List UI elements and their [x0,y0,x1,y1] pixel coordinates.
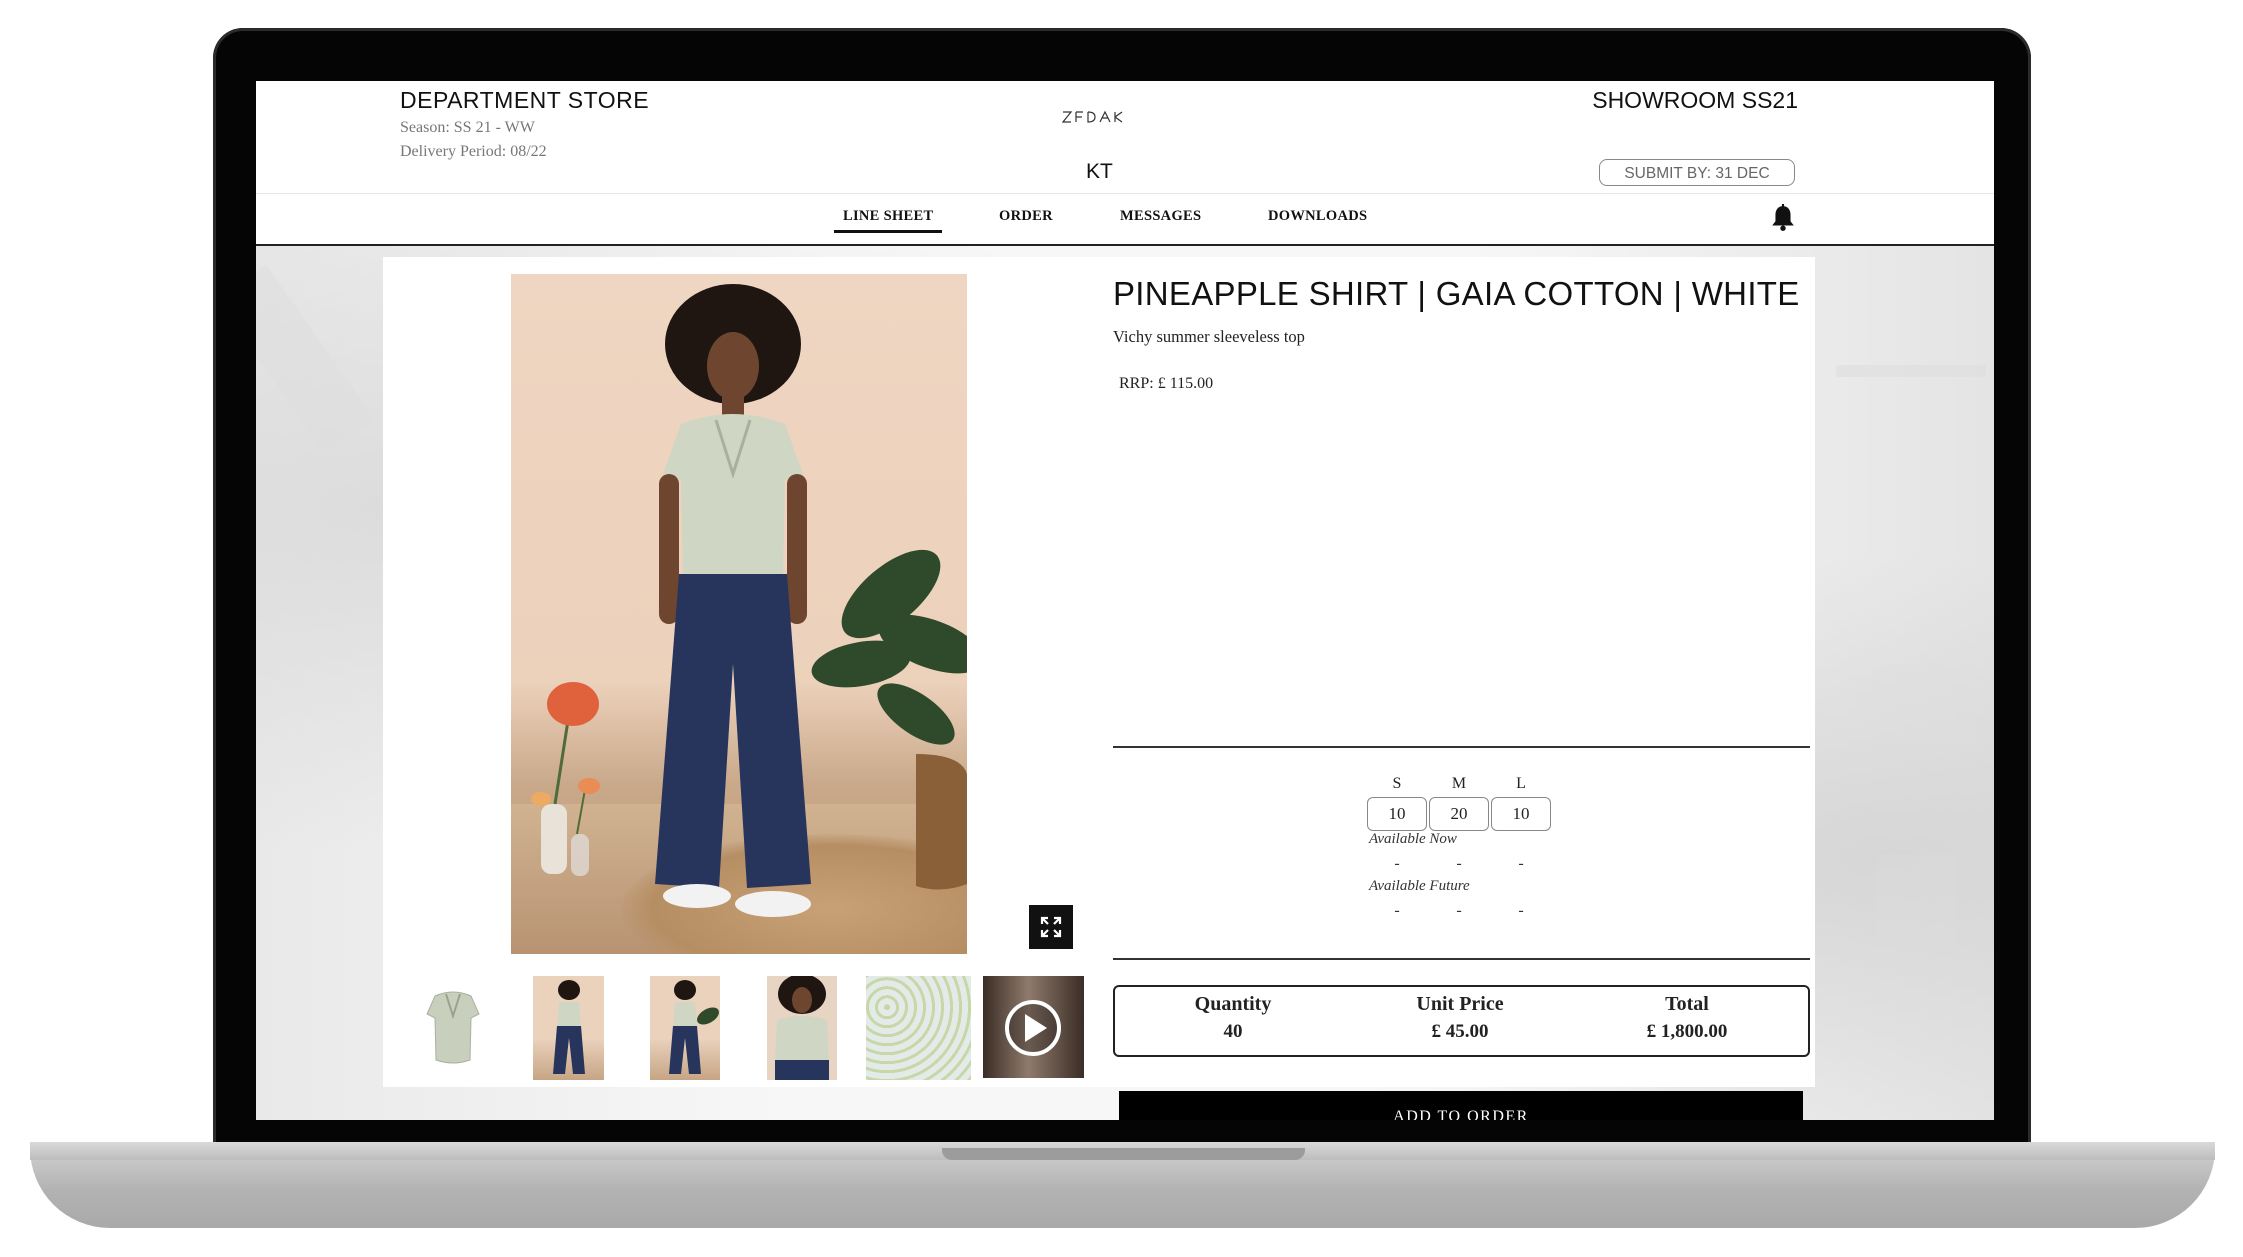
thumbnail-shirt-flat[interactable] [413,976,493,1080]
available-now-value: - [1456,855,1462,872]
tab-order[interactable]: ORDER [999,208,1053,225]
product-panel: PINEAPPLE SHIRT | GAIA COTTON | WHITE Vi… [383,257,1815,1120]
quantity-value: 40 [1223,1021,1243,1042]
size-label: M [1451,775,1467,792]
summary-total: Total £ 1,800.00 [1577,993,1797,1043]
available-future-value: - [1518,902,1524,919]
product-description: Vichy summer sleeveless top [1113,327,1305,346]
size-quantity-input[interactable]: 20 [1429,797,1489,831]
available-now-value: - [1394,855,1400,872]
product-title: PINEAPPLE SHIRT | GAIA COTTON | WHITE [1113,275,1800,312]
thumbnail-model-full[interactable] [533,976,604,1080]
size-column-s: S 10 [1367,775,1427,831]
user-initials[interactable]: KT [1086,160,1113,184]
divider-bottom [1113,958,1810,960]
main-nav: LINE SHEET ORDER MESSAGES DOWNLOADS [256,194,1994,246]
order-summary: Quantity 40 Unit Price £ 45.00 Total £ 1… [1113,985,1810,1057]
showroom-title: SHOWROOM SS21 [1592,87,1798,113]
thumbnail-model-plant-image [669,980,719,1074]
season-label: Season: SS 21 - WW [400,119,535,136]
quantity-label: Quantity [1194,993,1272,1015]
fullscreen-icon [1040,916,1062,938]
thumbnail-fabric-print[interactable] [866,976,971,1080]
size-quantity-input[interactable]: 10 [1491,797,1551,831]
available-future-value: - [1456,902,1462,919]
model-illustration [531,284,967,917]
thumbnail-model-closeup[interactable] [767,976,837,1080]
unit-price-label: Unit Price [1416,993,1504,1015]
thumbnail-model-full-image [553,980,585,1074]
submit-deadline-badge: SUBMIT BY: 31 DEC 2023 [1599,159,1795,209]
product-main-image[interactable] [511,274,967,954]
size-column-l: L 10 [1491,775,1551,831]
size-quantity-input[interactable]: 10 [1367,797,1427,831]
size-label: L [1516,775,1526,792]
expand-image-button[interactable] [1029,905,1073,949]
brand-logo-mark [1061,110,1123,123]
add-to-order-button[interactable]: ADD TO ORDER [1119,1091,1803,1120]
laptop-notch [942,1148,1305,1160]
available-now-label: Available Now [1369,831,1457,847]
thumbnail-model-plant[interactable] [650,976,720,1080]
delivery-period-label: Delivery Period: 08/22 [400,143,547,160]
bell-icon[interactable] [1770,204,1796,232]
total-value: £ 1,800.00 [1646,1021,1728,1042]
available-future-value: - [1394,902,1400,919]
unit-price-value: £ 45.00 [1431,1021,1489,1042]
product-rrp: RRP: £ 115.00 [1119,375,1214,392]
summary-unit-price: Unit Price £ 45.00 [1350,993,1570,1043]
thumbnail-model-closeup-image [775,976,829,1080]
size-label: S [1392,775,1402,792]
summary-quantity: Quantity 40 [1123,993,1343,1043]
tab-messages[interactable]: MESSAGES [1120,208,1201,225]
available-now-value: - [1518,855,1524,872]
play-icon [1005,1000,1061,1056]
total-label: Total [1665,993,1709,1015]
store-name: DEPARTMENT STORE [400,87,650,113]
app-header: DEPARTMENT STORE Season: SS 21 - WW Deli… [256,81,1994,209]
size-column-m: M 20 [1429,775,1489,831]
divider-top [1113,746,1810,748]
tab-line-sheet[interactable]: LINE SHEET [833,208,943,233]
tab-downloads[interactable]: DOWNLOADS [1268,208,1367,225]
available-future-label: Available Future [1369,878,1470,894]
brand-logo [1061,109,1136,129]
thumbnail-video[interactable] [983,976,1084,1078]
shirt-icon [426,991,480,1064]
screen: DEPARTMENT STORE Season: SS 21 - WW Deli… [256,81,1994,1120]
